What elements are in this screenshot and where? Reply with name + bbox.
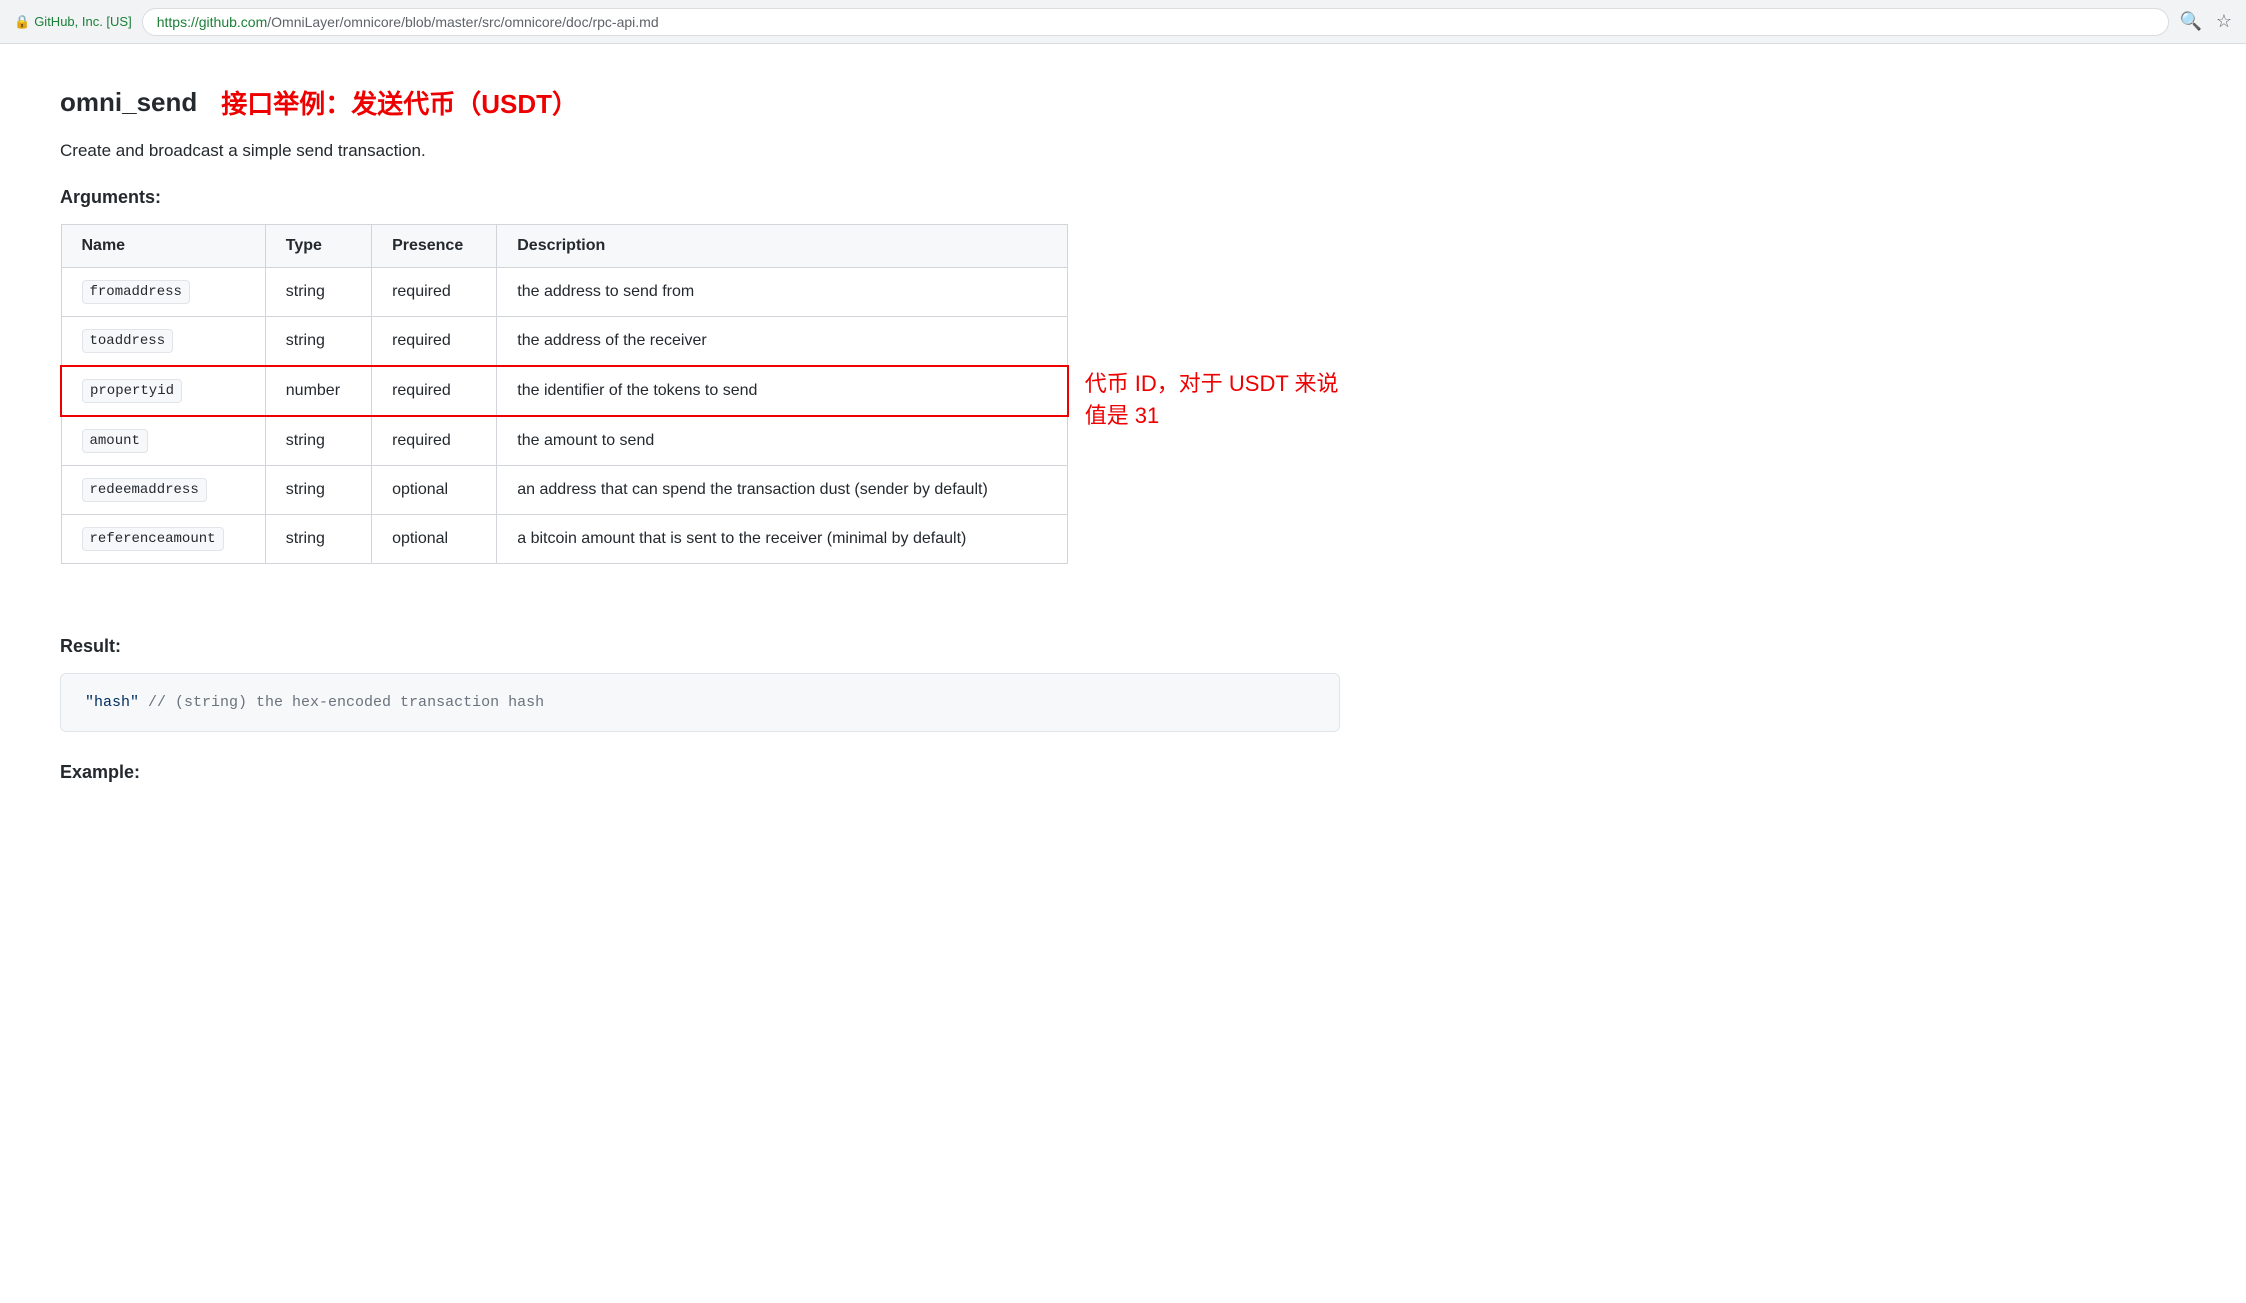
cell-type: string bbox=[265, 317, 371, 367]
cell-description: an address that can spend the transactio… bbox=[497, 466, 1068, 515]
arguments-table: Name Type Presence Description fromaddre… bbox=[60, 224, 1069, 564]
col-header-type: Type bbox=[265, 225, 371, 268]
result-section: Result: "hash" // (string) the hex-encod… bbox=[60, 636, 1340, 732]
cell-presence: optional bbox=[372, 466, 497, 515]
title-row: omni_send 接口举例：发送代币（USDT） bbox=[60, 84, 1340, 121]
search-icon[interactable]: 🔍 bbox=[2179, 11, 2201, 32]
arguments-heading: Arguments: bbox=[60, 187, 1340, 208]
cell-type: string bbox=[265, 515, 371, 564]
col-header-presence: Presence bbox=[372, 225, 497, 268]
table-row: fromaddressstringrequiredthe address to … bbox=[61, 268, 1068, 317]
propertyid-annotation: 代币 ID，对于 USDT 来说值是 31 bbox=[1085, 366, 1340, 430]
cell-presence: required bbox=[372, 416, 497, 466]
table-row: amountstringrequiredthe amount to send bbox=[61, 416, 1068, 466]
table-row: referenceamountstringoptionala bitcoin a… bbox=[61, 515, 1068, 564]
cell-presence: required bbox=[372, 268, 497, 317]
annotation-area: 代币 ID，对于 USDT 来说值是 31 bbox=[1069, 224, 1340, 430]
result-code-string: "hash" bbox=[85, 694, 139, 711]
lock-icon: 🔒 bbox=[14, 14, 30, 30]
cell-name: toaddress bbox=[61, 317, 265, 367]
browser-action-icons: 🔍 ☆ bbox=[2179, 11, 2232, 32]
cell-name: fromaddress bbox=[61, 268, 265, 317]
cell-type: string bbox=[265, 466, 371, 515]
browser-url-bar[interactable]: https://github.com/OmniLayer/omnicore/bl… bbox=[142, 8, 2170, 36]
cell-name: referenceamount bbox=[61, 515, 265, 564]
cell-description: the amount to send bbox=[497, 416, 1068, 466]
cell-type: string bbox=[265, 268, 371, 317]
browser-lock-indicator: 🔒 GitHub, Inc. [US] bbox=[14, 14, 132, 30]
col-header-name: Name bbox=[61, 225, 265, 268]
browser-bar: 🔒 GitHub, Inc. [US] https://github.com/O… bbox=[0, 0, 2246, 44]
cell-presence: optional bbox=[372, 515, 497, 564]
browser-url-path: /OmniLayer/omnicore/blob/master/src/omni… bbox=[267, 14, 658, 30]
cell-presence: required bbox=[372, 366, 497, 416]
cell-type: string bbox=[265, 416, 371, 466]
table-row: propertyidnumberrequiredthe identifier o… bbox=[61, 366, 1068, 416]
table-header-row: Name Type Presence Description bbox=[61, 225, 1068, 268]
cell-presence: required bbox=[372, 317, 497, 367]
result-heading: Result: bbox=[60, 636, 1340, 657]
col-header-description: Description bbox=[497, 225, 1068, 268]
result-code-block: "hash" // (string) the hex-encoded trans… bbox=[60, 673, 1340, 732]
browser-url-green: https://github.com bbox=[157, 14, 268, 30]
cell-description: the address of the receiver bbox=[497, 317, 1068, 367]
table-container: Name Type Presence Description fromaddre… bbox=[60, 224, 1340, 600]
browser-site-name: GitHub, Inc. [US] bbox=[34, 14, 132, 29]
result-code-comment: // (string) the hex-encoded transaction … bbox=[139, 694, 544, 711]
cell-description: a bitcoin amount that is sent to the rec… bbox=[497, 515, 1068, 564]
page-title: omni_send bbox=[60, 87, 197, 118]
cell-name: propertyid bbox=[61, 366, 265, 416]
example-heading: Example: bbox=[60, 762, 1340, 783]
cell-description: the identifier of the tokens to send bbox=[497, 366, 1068, 416]
bookmark-icon[interactable]: ☆ bbox=[2216, 11, 2232, 32]
main-content: omni_send 接口举例：发送代币（USDT） Create and bro… bbox=[0, 44, 1400, 839]
page-description: Create and broadcast a simple send trans… bbox=[60, 141, 1340, 161]
page-subtitle: 接口举例：发送代币（USDT） bbox=[221, 84, 578, 121]
cell-description: the address to send from bbox=[497, 268, 1068, 317]
cell-name: redeemaddress bbox=[61, 466, 265, 515]
table-row: redeemaddressstringoptionalan address th… bbox=[61, 466, 1068, 515]
cell-name: amount bbox=[61, 416, 265, 466]
cell-type: number bbox=[265, 366, 371, 416]
table-row: toaddressstringrequiredthe address of th… bbox=[61, 317, 1068, 367]
